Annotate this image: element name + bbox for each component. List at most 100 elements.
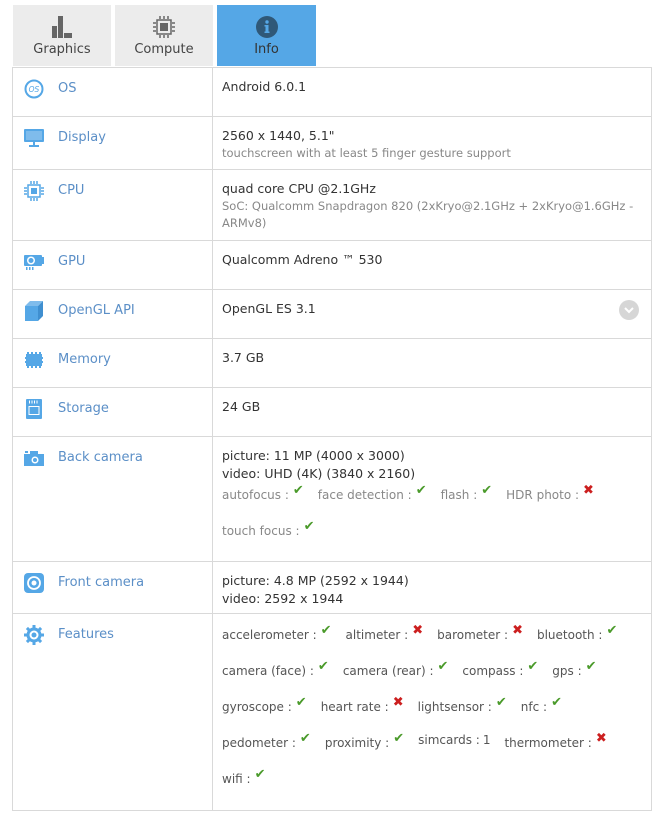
monitor-icon xyxy=(23,127,45,149)
row-label: Back camera xyxy=(58,450,143,465)
back-camera-features: autofocus : ✔ face detection : ✔ flash : ✔ … xyxy=(222,483,642,558)
feature-flash: flash : ✔ xyxy=(440,483,493,502)
tab-label: Info xyxy=(254,42,279,57)
chevron-down-icon xyxy=(624,306,634,313)
feature-gps: gps : ✔ xyxy=(552,659,597,678)
cpu-value: quad core CPU @2.1GHz xyxy=(222,181,376,196)
simcards-count: 1 xyxy=(482,733,491,747)
check-icon: ✔ xyxy=(317,659,329,674)
info-icon xyxy=(255,14,278,40)
row-gpu: GPU Qualcomm Adreno ™ 530 xyxy=(13,241,651,290)
row-label: OS xyxy=(58,81,77,96)
cube-icon xyxy=(23,300,45,322)
cross-icon: ✖ xyxy=(512,623,523,638)
tab-info[interactable]: Info xyxy=(217,5,316,66)
cross-icon: ✖ xyxy=(392,695,404,710)
back-camera-picture: picture: 11 MP (4000 x 3000) xyxy=(222,448,405,463)
os-icon: OS xyxy=(23,78,45,100)
spec-table: OS OS Android 6.0.1 Display 2560 x 1440,… xyxy=(12,67,652,811)
check-icon: ✔ xyxy=(254,767,266,782)
svg-text:OS: OS xyxy=(29,85,40,94)
check-icon: ✔ xyxy=(551,695,562,710)
chip-icon xyxy=(153,14,175,40)
feature-autofocus: autofocus : ✔ xyxy=(222,483,304,502)
feature-hdr-photo: HDR photo : ✖ xyxy=(506,483,594,502)
check-icon: ✔ xyxy=(481,483,493,498)
tab-compute[interactable]: Compute xyxy=(115,5,213,66)
feature-camera-face: camera (face) : ✔ xyxy=(222,659,329,678)
front-camera-picture: picture: 4.8 MP (2592 x 1944) xyxy=(222,573,409,588)
feature-camera-rear: camera (rear) : ✔ xyxy=(342,659,449,678)
cpu-sub: SoC: Qualcomm Snapdragon 820 (2xKryo@2.1… xyxy=(222,199,634,230)
row-features: Features accelerometer : ✔ altimeter : ✖ b… xyxy=(13,614,651,811)
check-icon: ✔ xyxy=(393,731,405,746)
memory-icon xyxy=(23,349,45,371)
row-memory: Memory 3.7 GB xyxy=(13,339,651,388)
display-value: 2560 x 1440, 5.1" xyxy=(222,128,335,143)
sd-card-icon xyxy=(23,398,45,420)
feature-lightsensor: lightsensor : ✔ xyxy=(417,695,507,714)
feature-barometer: barometer : ✖ xyxy=(437,623,523,642)
row-label: GPU xyxy=(58,254,86,269)
cross-icon: ✖ xyxy=(595,731,607,746)
tab-label: Graphics xyxy=(33,42,91,57)
bar-chart-icon xyxy=(52,14,72,40)
row-os: OS OS Android 6.0.1 xyxy=(13,68,651,117)
feature-proximity: proximity : ✔ xyxy=(324,731,405,750)
memory-value: 3.7 GB xyxy=(222,350,265,365)
row-label: Display xyxy=(58,130,106,145)
front-camera-video: video: 2592 x 1944 xyxy=(222,591,344,606)
back-camera-video: video: UHD (4K) (3840 x 2160) xyxy=(222,466,416,481)
feature-gyroscope: gyroscope : ✔ xyxy=(222,695,307,714)
feature-touch-focus: touch focus : ✔ xyxy=(222,519,315,538)
gear-icon xyxy=(23,624,45,646)
row-label: CPU xyxy=(58,183,85,198)
feature-face-detection: face detection : ✔ xyxy=(317,483,427,502)
tab-bar: Graphics Compute Info xyxy=(13,5,320,66)
feature-nfc: nfc : ✔ xyxy=(520,695,562,714)
row-label: Memory xyxy=(58,352,111,367)
opengl-value: OpenGL ES 3.1 xyxy=(222,301,316,316)
features-list: accelerometer : ✔ altimeter : ✖ barometer … xyxy=(222,623,642,806)
cross-icon: ✖ xyxy=(583,483,594,498)
check-icon: ✔ xyxy=(299,731,311,746)
check-icon: ✔ xyxy=(292,483,304,498)
check-icon: ✔ xyxy=(585,659,597,674)
tab-graphics[interactable]: Graphics xyxy=(13,5,111,66)
gpu-value: Qualcomm Adreno ™ 530 xyxy=(222,252,383,267)
row-label: Storage xyxy=(58,401,109,416)
display-sub: touchscreen with at least 5 finger gestu… xyxy=(222,146,511,160)
front-camera-icon xyxy=(23,572,45,594)
feature-compass: compass : ✔ xyxy=(462,659,539,678)
feature-accelerometer: accelerometer : ✔ xyxy=(222,623,332,642)
feature-pedometer: pedometer : ✔ xyxy=(222,731,311,750)
row-cpu: CPU quad core CPU @2.1GHz SoC: Qualcomm … xyxy=(13,170,651,241)
feature-thermometer: thermometer : ✖ xyxy=(504,731,607,750)
check-icon: ✔ xyxy=(527,659,539,674)
row-label: Features xyxy=(58,627,114,642)
check-icon: ✔ xyxy=(495,695,507,710)
row-storage: Storage 24 GB xyxy=(13,388,651,437)
check-icon: ✔ xyxy=(606,623,618,638)
feature-heart-rate: heart rate : ✖ xyxy=(320,695,404,714)
feature-bluetooth: bluetooth : ✔ xyxy=(536,623,618,642)
storage-value: 24 GB xyxy=(222,399,261,414)
cpu-icon xyxy=(23,180,45,202)
check-icon: ✔ xyxy=(320,623,332,638)
row-label: Front camera xyxy=(58,575,145,590)
row-front-camera: Front camera picture: 4.8 MP (2592 x 194… xyxy=(13,562,651,614)
check-icon: ✔ xyxy=(295,695,307,710)
feature-simcards: simcards :1 xyxy=(418,733,491,747)
os-value: Android 6.0.1 xyxy=(222,79,307,94)
row-opengl: OpenGL API OpenGL ES 3.1 xyxy=(13,290,651,339)
row-back-camera: Back camera picture: 11 MP (4000 x 3000)… xyxy=(13,437,651,562)
feature-wifi: wifi : ✔ xyxy=(222,767,266,786)
row-display: Display 2560 x 1440, 5.1" touchscreen wi… xyxy=(13,117,651,170)
gpu-icon xyxy=(23,251,45,273)
check-icon: ✔ xyxy=(437,659,449,674)
feature-altimeter: altimeter : ✖ xyxy=(345,623,424,642)
tab-label: Compute xyxy=(134,42,194,57)
row-label: OpenGL API xyxy=(58,303,135,318)
expand-button[interactable] xyxy=(619,300,639,320)
check-icon: ✔ xyxy=(415,483,427,498)
